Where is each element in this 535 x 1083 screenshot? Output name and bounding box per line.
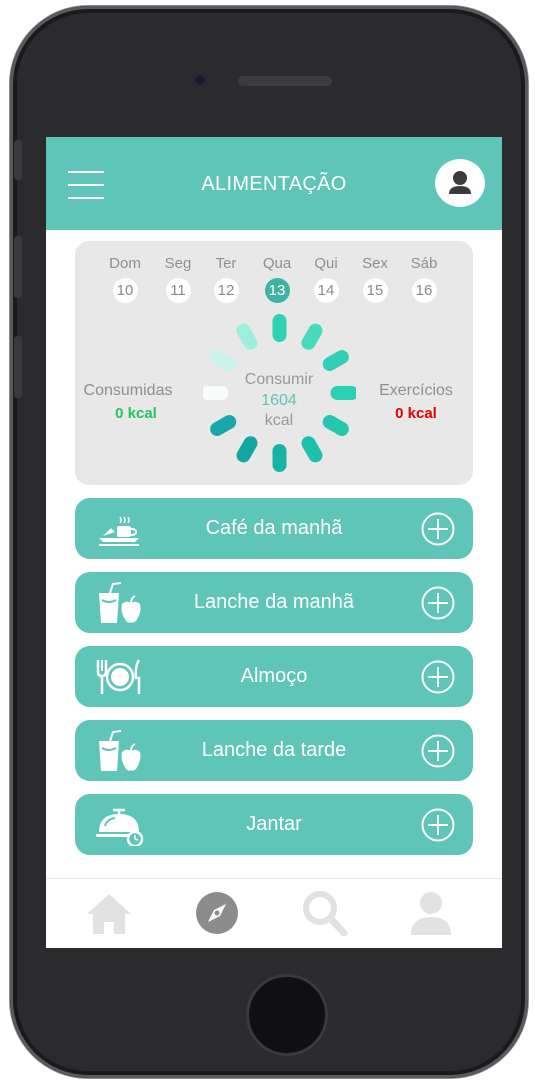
meal-label: Café da manhã xyxy=(205,517,343,539)
day-sex[interactable]: Sex 15 xyxy=(355,255,395,303)
spinner-segment xyxy=(301,323,323,350)
app-header: ALIMENTAÇÃO xyxy=(46,137,502,230)
meal-breakfast-button[interactable]: Café da manhã xyxy=(75,498,473,559)
consumed-label: Consumidas xyxy=(83,382,173,399)
day-name: Qui xyxy=(314,255,338,272)
add-circle-icon[interactable] xyxy=(421,808,455,842)
day-ter[interactable]: Ter 12 xyxy=(206,255,246,303)
day-number: 16 xyxy=(411,278,437,303)
target-label: Consumir xyxy=(244,371,314,388)
search-icon[interactable] xyxy=(298,887,350,939)
exercise-label: Exercícios xyxy=(379,382,453,399)
meal-label: Lanche da manhã xyxy=(193,591,355,613)
day-qua-selected[interactable]: Qua 13 xyxy=(257,255,297,303)
day-sab[interactable]: Sáb 16 xyxy=(404,255,444,303)
earpiece-speaker xyxy=(238,76,332,86)
spinner-segment xyxy=(330,386,356,400)
add-circle-icon[interactable] xyxy=(421,734,455,768)
day-number: 14 xyxy=(313,278,339,303)
meal-dinner-button[interactable]: Jantar xyxy=(75,794,473,855)
add-circle-icon[interactable] xyxy=(421,660,455,694)
spinner-segment xyxy=(236,323,258,350)
add-circle-icon[interactable] xyxy=(421,586,455,620)
day-dom[interactable]: Dom 10 xyxy=(105,255,145,303)
day-number: 11 xyxy=(165,278,191,303)
spinner-segment xyxy=(236,436,258,463)
page-title: ALIMENTAÇÃO xyxy=(201,173,347,195)
day-seg[interactable]: Seg 11 xyxy=(158,255,198,303)
app-screen: ALIMENTAÇÃO Dom 10 Seg 11 Ter 12 Qua 13 … xyxy=(46,137,502,948)
target-value: 1604 xyxy=(261,392,297,409)
exercise-value: 0 kcal xyxy=(395,405,437,422)
day-name: Seg xyxy=(164,255,192,272)
spinner-segment xyxy=(272,314,287,342)
day-number: 13 xyxy=(264,278,290,303)
user-avatar-icon[interactable] xyxy=(435,159,485,207)
spinner-segment xyxy=(322,350,349,371)
spinner-segment xyxy=(272,444,287,472)
compass-icon[interactable] xyxy=(191,887,243,939)
calorie-summary-card: Dom 10 Seg 11 Ter 12 Qua 13 Qui 14 Sex 1… xyxy=(75,241,473,485)
add-circle-icon[interactable] xyxy=(421,512,455,546)
meal-label: Lanche da tarde xyxy=(201,739,347,761)
day-qui[interactable]: Qui 14 xyxy=(306,255,346,303)
spinner-segment xyxy=(301,436,323,463)
day-name: Qua xyxy=(262,255,292,272)
bottom-tab-bar xyxy=(46,878,502,948)
front-camera xyxy=(192,72,208,88)
spinner-segment xyxy=(210,350,237,371)
spinner-segment xyxy=(203,386,229,400)
day-number: 15 xyxy=(362,278,388,303)
mute-switch xyxy=(14,140,22,180)
meal-label: Almoço xyxy=(240,665,308,687)
meal-label: Jantar xyxy=(246,813,302,835)
home-icon[interactable] xyxy=(83,887,135,939)
meal-morning-snack-button[interactable]: Lanche da manhã xyxy=(75,572,473,633)
day-number: 12 xyxy=(213,278,239,303)
day-number: 10 xyxy=(112,278,138,303)
day-name: Sex xyxy=(362,255,388,272)
day-name: Sáb xyxy=(410,255,438,272)
consumed-value: 0 kcal xyxy=(115,405,157,422)
home-button[interactable] xyxy=(246,974,328,1056)
volume-up-button xyxy=(14,236,22,298)
day-name: Ter xyxy=(215,255,237,272)
meal-afternoon-snack-button[interactable]: Lanche da tarde xyxy=(75,720,473,781)
day-name: Dom xyxy=(109,255,141,272)
profile-icon[interactable] xyxy=(405,887,457,939)
meal-lunch-button[interactable]: Almoço xyxy=(75,646,473,707)
target-unit: kcal xyxy=(264,412,294,429)
volume-down-button xyxy=(14,336,22,398)
